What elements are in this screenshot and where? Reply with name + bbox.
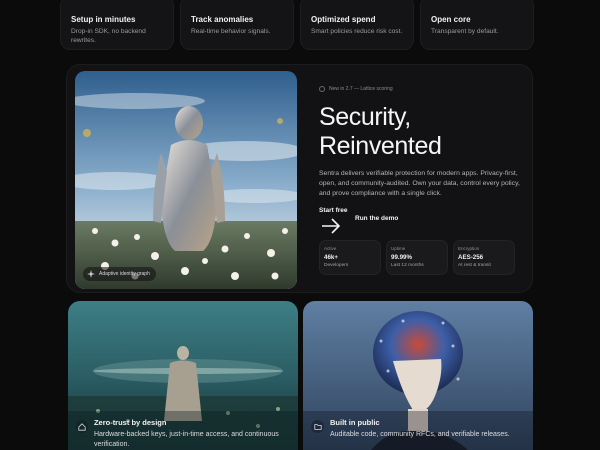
feature-desc: Real-time behavior signals. xyxy=(191,28,271,35)
stat-label: Active xyxy=(324,246,337,251)
stat-sub: At rest & transit xyxy=(458,263,491,268)
stat-value: 99.99% xyxy=(391,254,412,261)
arrow-right-icon[interactable] xyxy=(321,218,341,234)
feature-desc: Transparent by default. xyxy=(431,28,499,35)
release-pill-label: New in 2.7 — Lattice scoring xyxy=(329,86,393,92)
hero-title: Security, Reinvented xyxy=(319,103,524,161)
stat-card: Active 46k+ Developers xyxy=(319,240,381,275)
zero-trust-card[interactable]: Zero-trust by design Hardware-backed key… xyxy=(68,301,298,450)
feature-title: Setup in minutes xyxy=(71,15,136,24)
built-in-public-card[interactable]: Built in public Auditable code, communit… xyxy=(303,301,533,450)
stats-row: Active 46k+ Developers Uptime 99.99% Las… xyxy=(319,240,515,275)
card-desc: Auditable code, community RFCs, and veri… xyxy=(330,431,510,438)
feature-card: Open core Transparent by default. xyxy=(420,0,534,50)
hero-card: Adaptive identity graph New in 2.7 — Lat… xyxy=(66,64,533,293)
run-demo-button[interactable]: Run the demo xyxy=(355,215,398,222)
release-pill[interactable]: New in 2.7 — Lattice scoring xyxy=(319,85,393,94)
feature-title: Optimized spend xyxy=(311,15,376,24)
feature-strip: Setup in minutes Drop-in SDK, no backend… xyxy=(60,0,534,50)
stat-value: 46k+ xyxy=(324,254,338,261)
hero-image: Adaptive identity graph xyxy=(75,71,297,289)
stat-label: Encryption xyxy=(458,246,480,251)
stat-label: Uptime xyxy=(391,246,406,251)
start-free-button[interactable]: Start free xyxy=(319,207,348,214)
card-caption: Zero-trust by design Hardware-backed key… xyxy=(76,418,298,450)
image-badge: Adaptive identity graph xyxy=(83,267,156,281)
sparkle-icon xyxy=(87,270,95,278)
feature-card: Setup in minutes Drop-in SDK, no backend… xyxy=(60,0,174,50)
stat-card: Encryption AES-256 At rest & transit xyxy=(453,240,515,275)
feature-title: Track anomalies xyxy=(191,15,254,24)
feature-desc: Smart policies reduce risk cost. xyxy=(311,28,403,35)
feature-title: Open core xyxy=(431,15,471,24)
dot-icon xyxy=(319,86,325,92)
feature-card: Track anomalies Real-time behavior signa… xyxy=(180,0,294,50)
card-title: Zero-trust by design xyxy=(93,418,167,427)
hero-title-line: Reinvented xyxy=(319,132,442,160)
card-title: Built in public xyxy=(330,418,380,427)
feature-card: Optimized spend Smart policies reduce ri… xyxy=(300,0,414,50)
home-shield-icon xyxy=(76,420,88,433)
hero-title-line: Security, xyxy=(319,103,411,131)
folder-icon xyxy=(311,420,324,433)
stat-sub: Last 12 months xyxy=(391,263,424,268)
card-caption: Built in public Auditable code, communit… xyxy=(311,418,510,440)
hero-description: Sentra delivers verifiable protection fo… xyxy=(319,170,520,197)
feature-desc: Drop-in SDK, no backend rewrites. xyxy=(71,28,146,44)
hero-content: New in 2.7 — Lattice scoring Security, R… xyxy=(319,79,524,241)
image-badge-label: Adaptive identity graph xyxy=(99,271,150,277)
stat-sub: Developers xyxy=(324,263,349,268)
cta-row: Start free Run the demo xyxy=(319,207,524,241)
stat-card: Uptime 99.99% Last 12 months xyxy=(386,240,448,275)
stat-value: AES-256 xyxy=(458,254,484,261)
card-desc: Hardware-backed keys, just-in-time acces… xyxy=(93,431,279,448)
